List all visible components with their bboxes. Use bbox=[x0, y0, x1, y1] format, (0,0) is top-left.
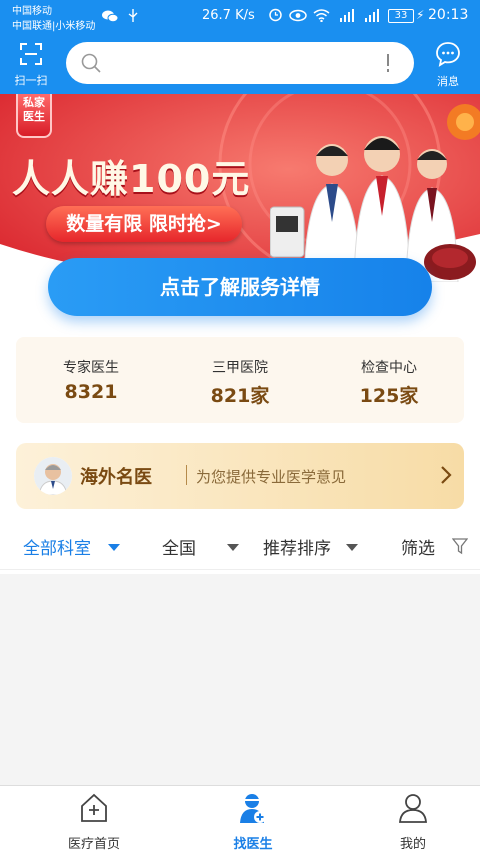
search-input[interactable] bbox=[110, 50, 390, 76]
overseas-title: 海外名医 bbox=[80, 467, 152, 488]
bottom-tab-bar: 医疗首页 找医生 我的 bbox=[0, 785, 480, 853]
search-icon bbox=[81, 53, 101, 73]
charging-icon: ⚡ bbox=[416, 8, 425, 22]
battery-indicator: 33 bbox=[388, 9, 414, 23]
stat-label: 检查中心 bbox=[361, 360, 417, 376]
filter-bar: 全部科室 全国 推荐排序 筛选 bbox=[0, 522, 480, 570]
stat-label: 三甲医院 bbox=[212, 360, 268, 376]
promo-banner[interactable]: 私家医生 人人赚100元 数量有限 限时抢> bbox=[0, 94, 480, 282]
tab-label: 我的 bbox=[399, 837, 426, 852]
tab-label: 医疗首页 bbox=[67, 837, 120, 852]
medical-home-icon bbox=[81, 793, 107, 822]
tab-label: 找医生 bbox=[233, 837, 273, 852]
stat-value: 125家 bbox=[359, 385, 419, 407]
banner-grab-button[interactable]: 数量有限 限时抢> bbox=[46, 206, 242, 242]
chevron-right-icon bbox=[441, 466, 452, 484]
filter-department[interactable]: 全部科室 bbox=[23, 534, 91, 559]
stat-value: 8321 bbox=[64, 381, 118, 403]
wifi-icon bbox=[313, 9, 330, 23]
stat-value: 821家 bbox=[210, 385, 270, 407]
status-bar: 中国移动 中国联通|小米移动 26.7 K/s 33 ⚡ 20:13 bbox=[0, 0, 480, 34]
usb-icon bbox=[128, 9, 137, 22]
top-header: 扫一扫 消息 bbox=[0, 34, 480, 94]
filter-screen[interactable]: 筛选 bbox=[401, 534, 435, 559]
system-status-icons bbox=[268, 7, 379, 26]
carrier-1: 中国移动 bbox=[12, 6, 52, 17]
alarm-icon bbox=[269, 8, 282, 22]
network-speed: 26.7 K/s bbox=[202, 8, 255, 23]
stat-expert-doctors[interactable]: 专家医生 8321 bbox=[16, 337, 166, 423]
banner-title: 人人赚100元 bbox=[12, 157, 251, 201]
tab-medical-home[interactable]: 医疗首页 bbox=[44, 792, 144, 852]
signal-2-icon bbox=[364, 9, 379, 22]
message-label: 消息 bbox=[437, 75, 459, 88]
wechat-icon bbox=[102, 10, 119, 23]
service-details-button[interactable]: 点击了解服务详情 bbox=[48, 258, 432, 316]
signal-1-icon bbox=[340, 9, 355, 22]
voice-input-icon[interactable] bbox=[386, 54, 390, 72]
avatar bbox=[34, 457, 72, 495]
filter-sort[interactable]: 推荐排序 bbox=[263, 534, 331, 559]
doctors-illustration bbox=[270, 136, 476, 282]
stat-label: 专家医生 bbox=[63, 360, 119, 376]
app-screen: 中国移动 中国联通|小米移动 26.7 K/s 33 ⚡ 20:13 扫一扫 消… bbox=[0, 0, 480, 853]
scan-icon bbox=[20, 43, 42, 65]
funnel-icon[interactable] bbox=[452, 537, 468, 555]
message-icon bbox=[436, 42, 460, 67]
tab-find-doctor[interactable]: 找医生 bbox=[203, 792, 303, 852]
search-bar[interactable] bbox=[66, 42, 414, 84]
tab-profile[interactable]: 我的 bbox=[363, 792, 463, 852]
overseas-doctors-banner[interactable]: 海外名医 为您提供专业医学意见 bbox=[16, 443, 464, 509]
chevron-down-icon bbox=[108, 544, 120, 551]
message-button[interactable]: 消息 bbox=[426, 40, 470, 88]
filter-region[interactable]: 全国 bbox=[162, 534, 196, 559]
scan-label: 扫一扫 bbox=[14, 74, 48, 87]
status-time: 20:13 bbox=[428, 7, 469, 23]
private-doctor-badge: 私家医生 bbox=[16, 94, 52, 138]
eye-icon bbox=[289, 9, 307, 22]
profile-icon bbox=[399, 794, 427, 823]
stat-exam-centers[interactable]: 检查中心 125家 bbox=[314, 337, 464, 423]
stats-card: 专家医生 8321 三甲医院 821家 检查中心 125家 bbox=[16, 337, 464, 423]
chevron-down-icon bbox=[346, 544, 358, 551]
overseas-subtitle: 为您提供专业医学意见 bbox=[196, 468, 347, 486]
scan-button[interactable]: 扫一扫 bbox=[8, 40, 54, 88]
divider bbox=[186, 465, 187, 485]
find-doctor-icon bbox=[240, 794, 266, 823]
chevron-down-icon bbox=[227, 544, 239, 551]
notification-icons bbox=[102, 9, 138, 25]
stat-top-hospitals[interactable]: 三甲医院 821家 bbox=[165, 337, 315, 423]
carrier-2: 中国联通|小米移动 bbox=[12, 21, 96, 32]
